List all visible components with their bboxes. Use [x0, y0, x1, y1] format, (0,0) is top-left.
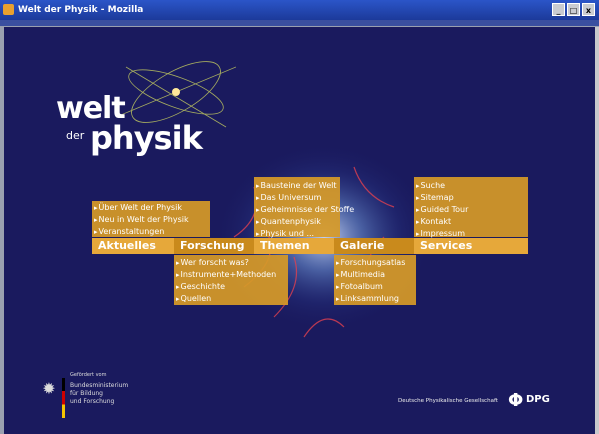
mozilla-app-icon	[3, 4, 14, 15]
ministry-line-2: für Bildung	[70, 390, 103, 397]
themen-menu: Bausteine der Welt Das Universum Geheimn…	[256, 180, 355, 240]
menu-item-kontakt[interactable]: Kontakt	[416, 216, 468, 228]
menu-item-suche[interactable]: Suche	[416, 180, 468, 192]
menu-item-quellen[interactable]: Quellen	[176, 293, 276, 305]
web-page: welt der physik Über Welt der Physik Neu…	[4, 27, 595, 434]
forschung-menu: Wer forscht was? Instrumente+Methoden Ge…	[176, 257, 277, 305]
sponsor-label: Gefördert vom	[70, 372, 107, 378]
tab-themen[interactable]: Themen	[254, 238, 334, 254]
menu-item-guided-tour[interactable]: Guided Tour	[416, 204, 469, 216]
menu-item-universum[interactable]: Das Universum	[256, 192, 354, 204]
german-flag-stripe	[62, 378, 65, 418]
menu-item-sitemap[interactable]: Sitemap	[416, 192, 468, 204]
window-controls: _ □ x	[552, 3, 595, 16]
ministry-name: Bundesministerium für Bildung und Forsch…	[70, 382, 128, 406]
aktuelles-menu: Über Welt der Physik Neu in Welt der Phy…	[94, 202, 189, 238]
window-titlebar: Welt der Physik - Mozilla _ □ x	[0, 0, 599, 20]
ministry-line-3: und Forschung	[70, 398, 115, 405]
dpg-abbreviation[interactable]: DPG	[526, 394, 550, 405]
menu-item-veranstaltungen[interactable]: Veranstaltungen	[94, 226, 189, 238]
menu-item-neu[interactable]: Neu in Welt der Physik	[94, 214, 189, 226]
dpg-name[interactable]: Deutsche Physikalische Gesellschaft	[398, 398, 498, 404]
menu-item-fotoalbum[interactable]: Fotoalbum	[336, 281, 405, 293]
menu-item-ueber[interactable]: Über Welt der Physik	[94, 202, 189, 214]
menu-item-forschungsatlas[interactable]: Forschungsatlas	[336, 257, 406, 269]
logo-der-text: der	[66, 129, 85, 142]
services-menu: Suche Sitemap Guided Tour Kontakt Impres…	[416, 180, 469, 240]
menu-item-instrumente[interactable]: Instrumente+Methoden	[176, 269, 277, 281]
tab-services[interactable]: Services	[414, 238, 528, 254]
tab-forschung[interactable]: Forschung	[174, 238, 254, 254]
browser-toolbar	[0, 20, 599, 26]
federal-eagle-icon: ✹	[42, 379, 56, 398]
dpg-phi-icon[interactable]: Φ	[508, 390, 523, 411]
menu-item-geschichte[interactable]: Geschichte	[176, 281, 276, 293]
menu-item-wer-forscht[interactable]: Wer forscht was?	[176, 257, 276, 269]
galerie-menu: Forschungsatlas Multimedia Fotoalbum Lin…	[336, 257, 406, 305]
ministry-line-1: Bundesministerium	[70, 382, 129, 389]
window-title: Welt der Physik - Mozilla	[18, 5, 144, 15]
maximize-button[interactable]: □	[567, 3, 580, 16]
menu-item-geheimnisse[interactable]: Geheimnisse der Stoffe	[256, 204, 355, 216]
logo-physik-text: physik	[90, 119, 203, 157]
page-scrollbar[interactable]	[595, 27, 599, 434]
minimize-button[interactable]: _	[552, 3, 565, 16]
tab-aktuelles[interactable]: Aktuelles	[92, 238, 174, 254]
menu-item-multimedia[interactable]: Multimedia	[336, 269, 405, 281]
menu-item-linksammlung[interactable]: Linksammlung	[336, 293, 405, 305]
close-button[interactable]: x	[582, 3, 595, 16]
menu-item-bausteine[interactable]: Bausteine der Welt	[256, 180, 354, 192]
tab-galerie[interactable]: Galerie	[334, 238, 414, 254]
bmbf-sponsor-block[interactable]: ✹ Gefördert vom Bundesministerium für Bi…	[36, 372, 136, 432]
menu-item-quantenphysik[interactable]: Quantenphysik	[256, 216, 354, 228]
